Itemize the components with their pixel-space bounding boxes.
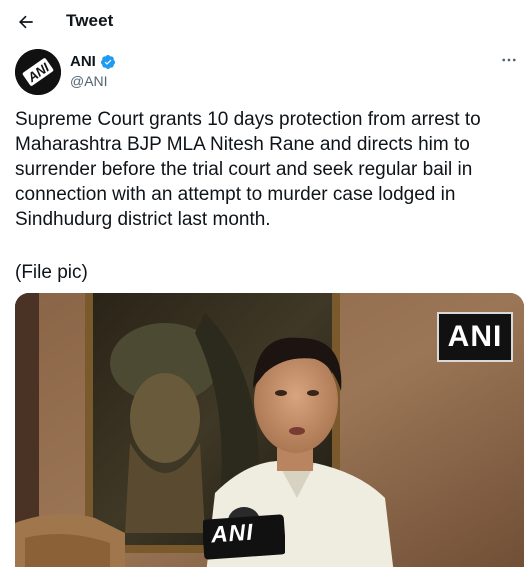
ani-logo-icon: ANI — [15, 49, 61, 95]
top-bar: Tweet — [0, 0, 532, 44]
ani-watermark: ANI — [437, 312, 513, 362]
tweet-caption: (File pic) — [15, 262, 88, 283]
author-name-row[interactable]: ANI — [70, 53, 116, 70]
more-horizontal-icon — [502, 58, 516, 62]
page-title: Tweet — [66, 11, 114, 30]
back-button[interactable] — [12, 8, 40, 36]
more-button[interactable] — [496, 50, 522, 70]
arrow-left-icon — [19, 15, 33, 29]
verified-badge-icon — [100, 54, 115, 69]
tweet-text: Supreme Court grants 10 days protection … — [15, 109, 486, 230]
mic-label: ANI — [210, 518, 255, 548]
tweet-page: Tweet ANI ANI @ANI Supreme Court grants … — [0, 0, 532, 567]
author-name[interactable]: ANI — [70, 53, 96, 70]
author-handle[interactable]: @ANI — [70, 73, 108, 89]
avatar[interactable]: ANI — [15, 49, 61, 95]
